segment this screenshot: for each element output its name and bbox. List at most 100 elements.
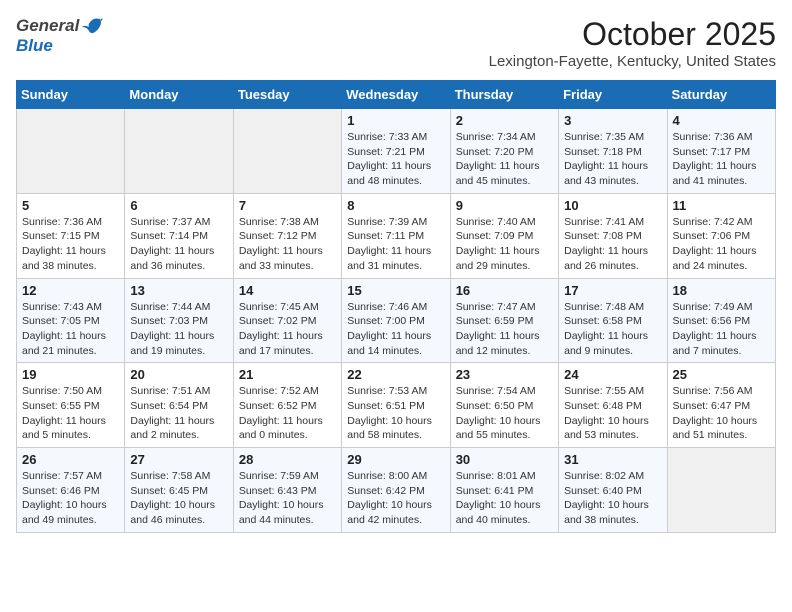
day-info: Sunrise: 7:46 AM Sunset: 7:00 PM Dayligh…: [347, 300, 444, 359]
calendar-cell: 24Sunrise: 7:55 AM Sunset: 6:48 PM Dayli…: [559, 363, 667, 448]
day-info: Sunrise: 7:37 AM Sunset: 7:14 PM Dayligh…: [130, 215, 227, 274]
day-info: Sunrise: 7:36 AM Sunset: 7:15 PM Dayligh…: [22, 215, 119, 274]
day-info: Sunrise: 7:47 AM Sunset: 6:59 PM Dayligh…: [456, 300, 553, 359]
calendar-cell: 19Sunrise: 7:50 AM Sunset: 6:55 PM Dayli…: [17, 363, 125, 448]
calendar-cell: 28Sunrise: 7:59 AM Sunset: 6:43 PM Dayli…: [233, 448, 341, 533]
calendar-cell: 18 Sunrise: 7:49 AM Sunset: 6:56 PM Dayli…: [667, 278, 775, 363]
day-number: 1: [347, 113, 444, 128]
calendar-cell: 10 Sunrise: 7:41 AM Sunset: 7:08 PM Dayli…: [559, 193, 667, 278]
calendar-week-row: 5 Sunrise: 7:36 AM Sunset: 7:15 PM Daylig…: [17, 193, 776, 278]
day-number: 13: [130, 283, 227, 298]
calendar-cell: 27 Sunrise: 7:58 AM Sunset: 6:45 PM Dayli…: [125, 448, 233, 533]
calendar-cell: 6 Sunrise: 7:37 AM Sunset: 7:14 PM Daylig…: [125, 193, 233, 278]
calendar-cell: 20 Sunrise: 7:51 AM Sunset: 6:54 PM Dayli…: [125, 363, 233, 448]
calendar-week-row: 19Sunrise: 7:50 AM Sunset: 6:55 PM Dayli…: [17, 363, 776, 448]
day-number: 20: [130, 367, 227, 382]
calendar-cell: 30 Sunrise: 8:01 AM Sunset: 6:41 PM Dayli…: [450, 448, 558, 533]
day-number: 25: [673, 367, 770, 382]
calendar-cell: 3 Sunrise: 7:35 AM Sunset: 7:18 PM Daylig…: [559, 109, 667, 194]
day-info: Sunrise: 7:42 AM Sunset: 7:06 PM Dayligh…: [673, 215, 770, 274]
calendar-cell: 2 Sunrise: 7:34 AM Sunset: 7:20 PM Daylig…: [450, 109, 558, 194]
weekday-header-sunday: Sunday: [17, 81, 125, 109]
day-number: 14: [239, 283, 336, 298]
day-number: 30: [456, 452, 553, 467]
calendar-cell: 5 Sunrise: 7:36 AM Sunset: 7:15 PM Daylig…: [17, 193, 125, 278]
weekday-header-monday: Monday: [125, 81, 233, 109]
day-number: 15: [347, 283, 444, 298]
calendar-cell: 13 Sunrise: 7:44 AM Sunset: 7:03 PM Dayli…: [125, 278, 233, 363]
calendar-cell: [233, 109, 341, 194]
day-info: Sunrise: 7:55 AM Sunset: 6:48 PM Dayligh…: [564, 384, 661, 443]
calendar-header-row: SundayMondayTuesdayWednesdayThursdayFrid…: [17, 81, 776, 109]
day-number: 2: [456, 113, 553, 128]
day-info: Sunrise: 8:02 AM Sunset: 6:40 PM Dayligh…: [564, 469, 661, 528]
day-number: 5: [22, 198, 119, 213]
day-info: Sunrise: 7:52 AM Sunset: 6:52 PM Dayligh…: [239, 384, 336, 443]
calendar-cell: 11 Sunrise: 7:42 AM Sunset: 7:06 PM Dayli…: [667, 193, 775, 278]
day-info: Sunrise: 7:39 AM Sunset: 7:11 PM Dayligh…: [347, 215, 444, 274]
day-info: Sunrise: 7:57 AM Sunset: 6:46 PM Dayligh…: [22, 469, 119, 528]
calendar-cell: 26 Sunrise: 7:57 AM Sunset: 6:46 PM Dayli…: [17, 448, 125, 533]
day-number: 21: [239, 367, 336, 382]
day-number: 12: [22, 283, 119, 298]
day-number: 17: [564, 283, 661, 298]
calendar-cell: 9 Sunrise: 7:40 AM Sunset: 7:09 PM Daylig…: [450, 193, 558, 278]
day-number: 7: [239, 198, 336, 213]
day-number: 18: [673, 283, 770, 298]
day-info: Sunrise: 7:40 AM Sunset: 7:09 PM Dayligh…: [456, 215, 553, 274]
calendar-cell: 16 Sunrise: 7:47 AM Sunset: 6:59 PM Dayli…: [450, 278, 558, 363]
logo-bird-icon: [81, 17, 103, 35]
day-info: Sunrise: 7:35 AM Sunset: 7:18 PM Dayligh…: [564, 130, 661, 189]
day-info: Sunrise: 7:53 AM Sunset: 6:51 PM Dayligh…: [347, 384, 444, 443]
day-number: 9: [456, 198, 553, 213]
calendar-cell: 25 Sunrise: 7:56 AM Sunset: 6:47 PM Dayli…: [667, 363, 775, 448]
day-number: 22: [347, 367, 444, 382]
day-number: 16: [456, 283, 553, 298]
day-info: Sunrise: 7:51 AM Sunset: 6:54 PM Dayligh…: [130, 384, 227, 443]
day-info: Sunrise: 7:43 AM Sunset: 7:05 PM Dayligh…: [22, 300, 119, 359]
day-number: 6: [130, 198, 227, 213]
calendar-cell: 22 Sunrise: 7:53 AM Sunset: 6:51 PM Dayli…: [342, 363, 450, 448]
calendar-cell: 29Sunrise: 8:00 AM Sunset: 6:42 PM Dayli…: [342, 448, 450, 533]
day-info: Sunrise: 8:01 AM Sunset: 6:41 PM Dayligh…: [456, 469, 553, 528]
calendar-cell: 4 Sunrise: 7:36 AM Sunset: 7:17 PM Daylig…: [667, 109, 775, 194]
day-info: Sunrise: 7:36 AM Sunset: 7:17 PM Dayligh…: [673, 130, 770, 189]
day-number: 26: [22, 452, 119, 467]
day-info: Sunrise: 7:56 AM Sunset: 6:47 PM Dayligh…: [673, 384, 770, 443]
calendar-week-row: 12 Sunrise: 7:43 AM Sunset: 7:05 PM Dayli…: [17, 278, 776, 363]
day-number: 11: [673, 198, 770, 213]
weekday-header-friday: Friday: [559, 81, 667, 109]
calendar-cell: 15 Sunrise: 7:46 AM Sunset: 7:00 PM Dayli…: [342, 278, 450, 363]
calendar-cell: 12 Sunrise: 7:43 AM Sunset: 7:05 PM Dayli…: [17, 278, 125, 363]
day-info: Sunrise: 7:48 AM Sunset: 6:58 PM Dayligh…: [564, 300, 661, 359]
calendar-cell: 31 Sunrise: 8:02 AM Sunset: 6:40 PM Dayli…: [559, 448, 667, 533]
day-info: Sunrise: 7:41 AM Sunset: 7:08 PM Dayligh…: [564, 215, 661, 274]
calendar-cell: 23Sunrise: 7:54 AM Sunset: 6:50 PM Dayli…: [450, 363, 558, 448]
calendar-cell: 21 Sunrise: 7:52 AM Sunset: 6:52 PM Dayli…: [233, 363, 341, 448]
day-info: Sunrise: 7:38 AM Sunset: 7:12 PM Dayligh…: [239, 215, 336, 274]
day-number: 29: [347, 452, 444, 467]
calendar-table: SundayMondayTuesdayWednesdayThursdayFrid…: [16, 80, 776, 533]
day-number: 31: [564, 452, 661, 467]
day-number: 4: [673, 113, 770, 128]
calendar-week-row: 26 Sunrise: 7:57 AM Sunset: 6:46 PM Dayli…: [17, 448, 776, 533]
day-info: Sunrise: 7:49 AM Sunset: 6:56 PM Dayligh…: [673, 300, 770, 359]
weekday-header-thursday: Thursday: [450, 81, 558, 109]
day-info: Sunrise: 7:34 AM Sunset: 7:20 PM Dayligh…: [456, 130, 553, 189]
day-number: 10: [564, 198, 661, 213]
calendar-cell: [17, 109, 125, 194]
day-info: Sunrise: 7:44 AM Sunset: 7:03 PM Dayligh…: [130, 300, 227, 359]
day-number: 19: [22, 367, 119, 382]
logo: General Blue: [16, 16, 103, 56]
calendar-cell: 14 Sunrise: 7:45 AM Sunset: 7:02 PM Dayli…: [233, 278, 341, 363]
calendar-cell: 8 Sunrise: 7:39 AM Sunset: 7:11 PM Daylig…: [342, 193, 450, 278]
day-number: 3: [564, 113, 661, 128]
calendar-cell: [125, 109, 233, 194]
day-info: Sunrise: 7:33 AM Sunset: 7:21 PM Dayligh…: [347, 130, 444, 189]
day-number: 27: [130, 452, 227, 467]
day-info: Sunrise: 7:58 AM Sunset: 6:45 PM Dayligh…: [130, 469, 227, 528]
day-info: Sunrise: 7:45 AM Sunset: 7:02 PM Dayligh…: [239, 300, 336, 359]
day-number: 8: [347, 198, 444, 213]
weekday-header-tuesday: Tuesday: [233, 81, 341, 109]
calendar-cell: 7 Sunrise: 7:38 AM Sunset: 7:12 PM Daylig…: [233, 193, 341, 278]
